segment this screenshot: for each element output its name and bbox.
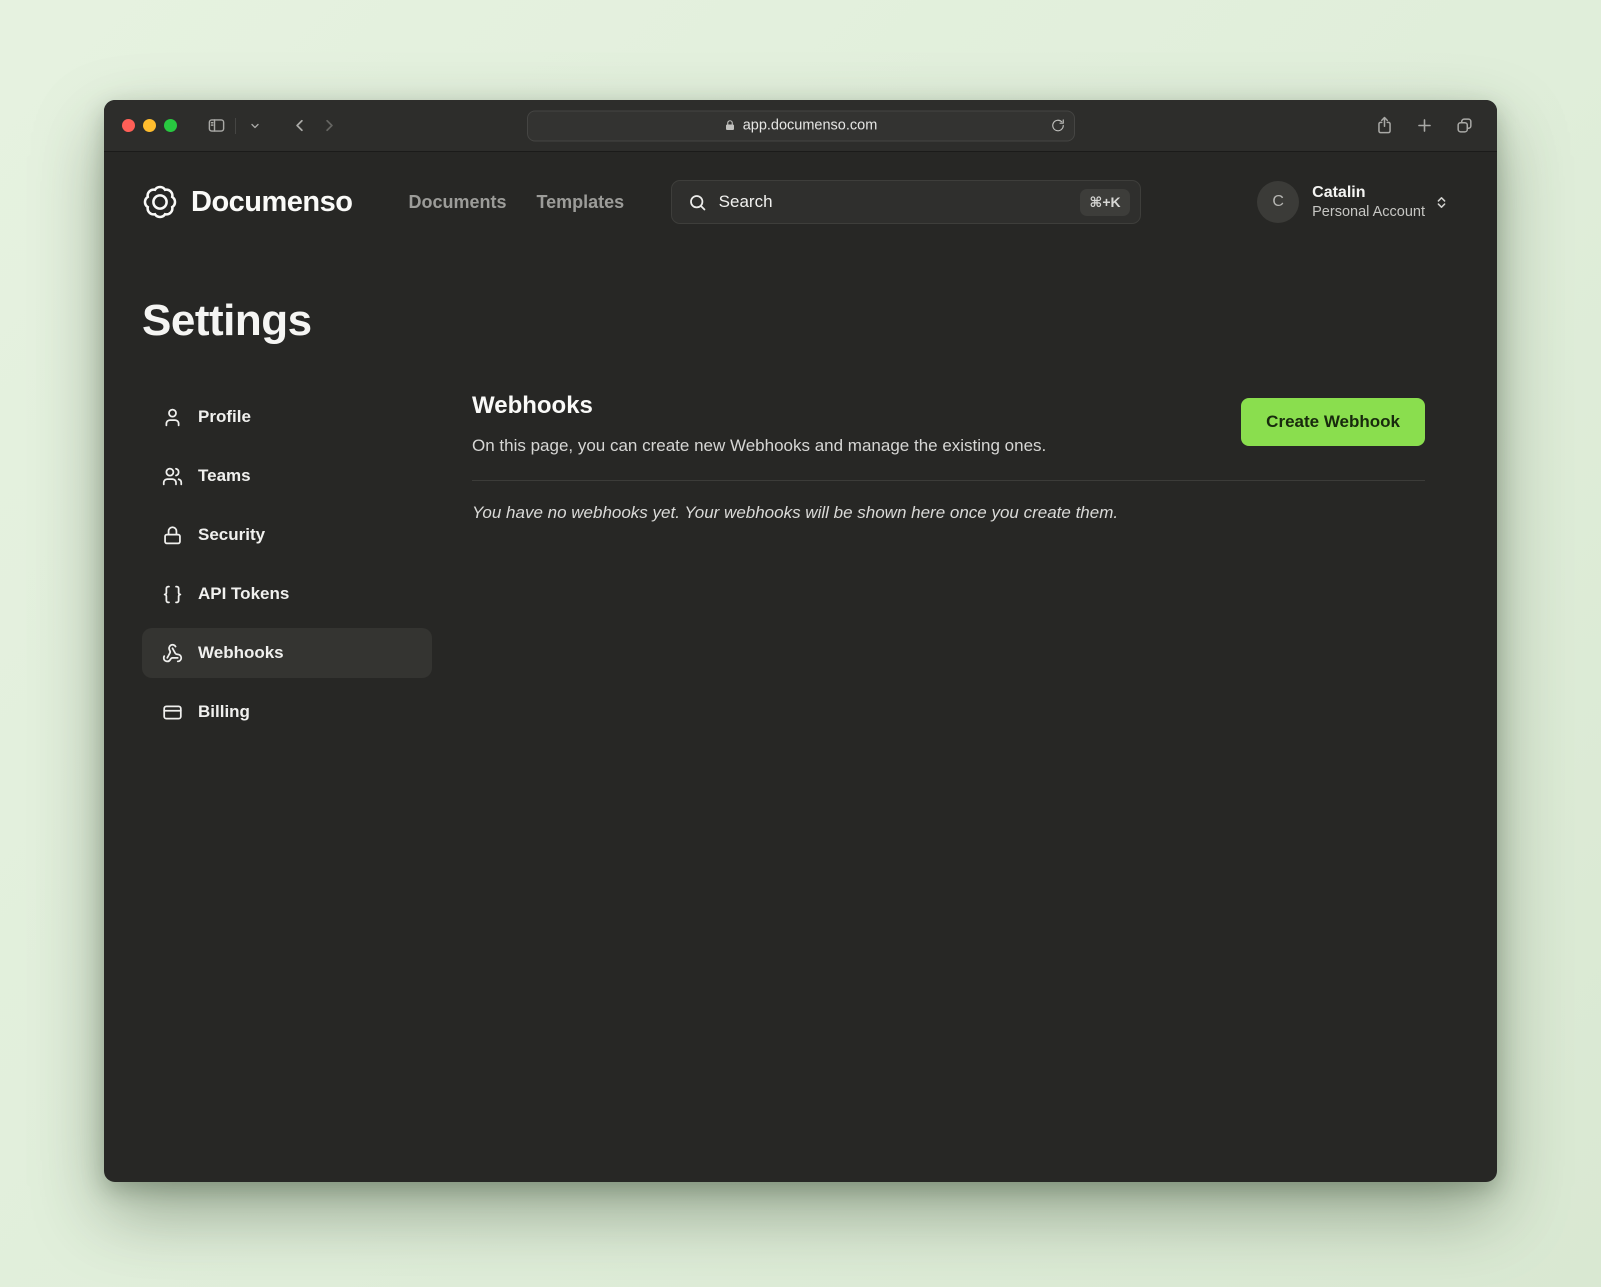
sidebar-item-label: Billing — [198, 702, 250, 722]
account-menu[interactable]: C Catalin Personal Account — [1257, 181, 1449, 223]
brand-name: Documenso — [191, 186, 352, 219]
documenso-badge-icon — [142, 184, 178, 220]
nav-templates[interactable]: Templates — [537, 192, 625, 213]
page-title: Settings — [142, 296, 1497, 346]
user-icon — [162, 407, 183, 428]
sidebar-item-teams[interactable]: Teams — [142, 451, 432, 501]
settings-layout: Profile Teams Security — [104, 392, 1497, 1182]
documenso-logo[interactable]: Documenso — [142, 184, 352, 220]
sidebar-item-profile[interactable]: Profile — [142, 392, 432, 442]
sidebar-item-api-tokens[interactable]: API Tokens — [142, 569, 432, 619]
browser-window: app.documenso.com — [104, 100, 1497, 1182]
share-icon[interactable] — [1369, 112, 1399, 140]
sidebar-item-webhooks[interactable]: Webhooks — [142, 628, 432, 678]
sidebar-item-security[interactable]: Security — [142, 510, 432, 560]
lock-icon — [724, 120, 736, 132]
sidebar-item-label: Profile — [198, 407, 251, 427]
nav-documents[interactable]: Documents — [408, 192, 506, 213]
sidebar-item-billing[interactable]: Billing — [142, 687, 432, 737]
search-shortcut-badge: ⌘+K — [1080, 189, 1129, 216]
avatar: C — [1257, 181, 1299, 223]
sidebar-item-label: Webhooks — [198, 643, 284, 663]
search-placeholder: Search — [719, 192, 773, 212]
minimize-window-button[interactable] — [143, 119, 156, 132]
close-window-button[interactable] — [122, 119, 135, 132]
section-description: On this page, you can create new Webhook… — [472, 435, 1046, 458]
app-header: Documenso Documents Templates Search ⌘+K… — [104, 152, 1497, 252]
toolbar-divider — [235, 118, 236, 134]
sidebar-menu-chevron-icon[interactable] — [240, 112, 270, 140]
settings-sidebar: Profile Teams Security — [142, 392, 432, 1182]
back-button[interactable] — [284, 112, 314, 140]
traffic-lights — [122, 119, 177, 132]
chevrons-up-down-icon — [1434, 195, 1449, 210]
new-tab-icon[interactable] — [1409, 112, 1439, 140]
users-icon — [162, 466, 183, 487]
credit-card-icon — [162, 702, 183, 723]
url-bar[interactable]: app.documenso.com — [527, 110, 1075, 141]
webhook-icon — [162, 643, 183, 664]
sidebar-toggle-icon[interactable] — [201, 112, 231, 140]
url-text: app.documenso.com — [743, 118, 878, 134]
forward-button[interactable] — [314, 112, 344, 140]
braces-icon — [162, 584, 183, 605]
lock-icon — [162, 525, 183, 546]
webhooks-panel: Webhooks On this page, you can create ne… — [472, 392, 1425, 1182]
account-name: Catalin — [1312, 183, 1425, 203]
sidebar-item-label: Teams — [198, 466, 251, 486]
section-heading: Webhooks — [472, 392, 1046, 421]
create-webhook-button[interactable]: Create Webhook — [1241, 398, 1425, 446]
account-type: Personal Account — [1312, 203, 1425, 221]
section-divider — [472, 480, 1425, 481]
webhooks-empty-state: You have no webhooks yet. Your webhooks … — [472, 503, 1425, 523]
tab-overview-icon[interactable] — [1449, 112, 1479, 140]
search-icon — [688, 193, 707, 212]
browser-titlebar: app.documenso.com — [104, 100, 1497, 152]
sidebar-item-label: API Tokens — [198, 584, 289, 604]
search-input[interactable]: Search ⌘+K — [671, 180, 1141, 224]
main-nav: Documents Templates — [408, 192, 624, 213]
reload-icon[interactable] — [1051, 119, 1065, 133]
sidebar-item-label: Security — [198, 525, 265, 545]
zoom-window-button[interactable] — [164, 119, 177, 132]
